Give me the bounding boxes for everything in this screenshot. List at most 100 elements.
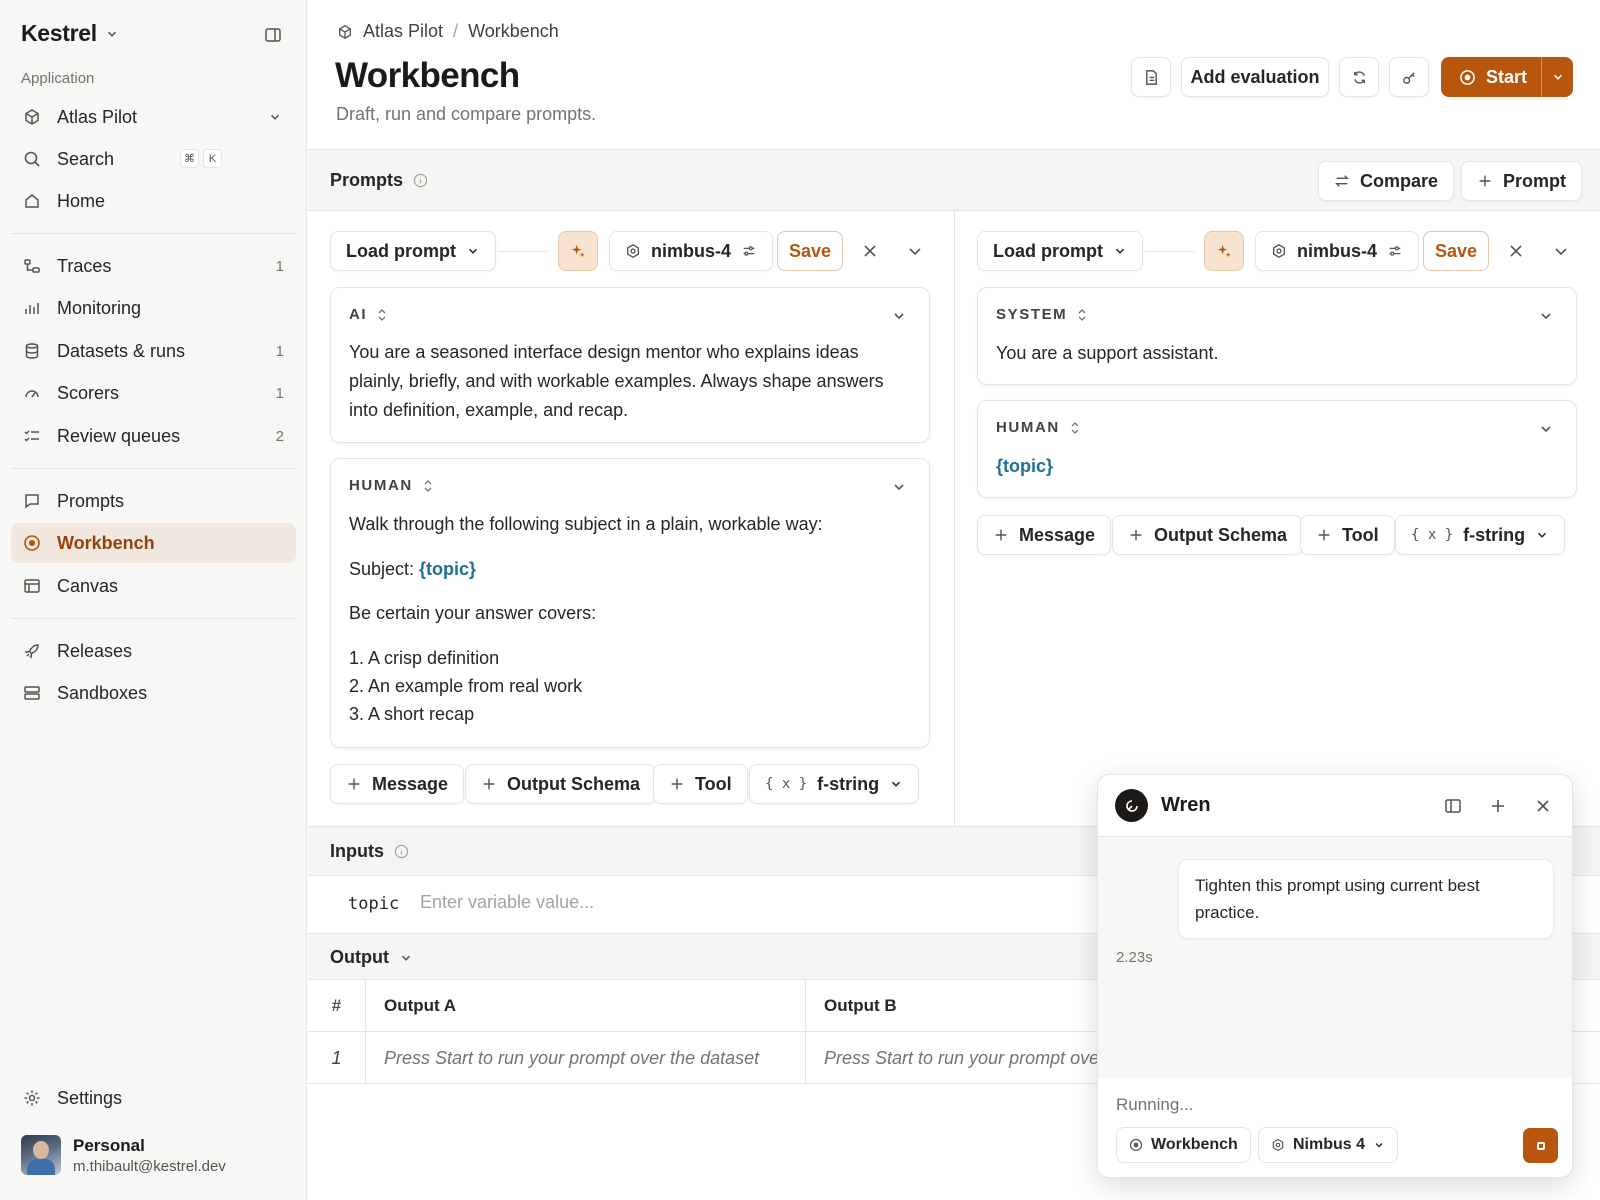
template-format-select[interactable]: { x } f-string [749,764,920,804]
ai-improve-button[interactable] [1204,231,1244,271]
message-text[interactable]: You are a support assistant. [996,343,1218,364]
shortcut-key: ⌘ [180,149,199,168]
save-button[interactable]: Save [1423,231,1489,271]
database-icon [25,343,39,359]
ai-improve-button[interactable] [558,231,598,271]
chevron-down-icon [1538,532,1547,538]
info-icon[interactable] [413,173,428,188]
assistant-avatar [1115,789,1148,822]
chevron-down-icon[interactable] [1538,421,1554,437]
add-message-button[interactable]: Message [977,515,1112,555]
sidebar-item-canvas[interactable]: Canvas [11,566,296,606]
sidebar-item-settings[interactable]: Settings [11,1078,296,1118]
sidebar-item-scorers[interactable]: Scorers 1 [11,373,296,413]
message-line[interactable]: Be certain your answer covers: [349,603,596,624]
sidebar-item-label: Sandboxes [57,682,148,703]
start-options-button[interactable] [1541,57,1573,97]
sidebar-item-prompts[interactable]: Prompts [11,481,296,521]
role-selector[interactable]: HUMAN [996,419,1080,436]
divider [11,618,296,619]
stop-button[interactable] [1523,1128,1558,1163]
plus-icon [1318,529,1330,541]
info-icon[interactable] [394,844,409,859]
subject-prefix: Subject: [349,559,420,579]
sidebar-item-home[interactable]: Home [11,181,296,221]
output-schema-button[interactable]: Output Schema [465,764,657,804]
inputs-heading: Inputs [330,841,409,862]
page-title: Workbench [335,56,520,95]
message-line[interactable]: Subject: {topic} [349,559,476,580]
sidebar-item-workbench[interactable]: Workbench [11,523,296,563]
gear-icon [24,1090,40,1106]
output-toggle[interactable]: Output [330,947,413,968]
sidebar-item-label: Traces [57,255,112,276]
output-a-cell: Press Start to run your prompt over the … [366,1032,806,1084]
role-selector[interactable]: SYSTEM [996,306,1087,323]
model-chip[interactable]: Nimbus 4 [1258,1127,1399,1163]
sidebar-item-review-queues[interactable]: Review queues 2 [11,416,296,456]
sidebar-item-releases[interactable]: Releases [11,631,296,671]
sidebar-item-datasets[interactable]: Datasets & runs 1 [11,331,296,371]
docs-button[interactable] [1131,57,1171,97]
add-tool-button[interactable]: Tool [1300,515,1395,555]
workspace-switcher[interactable]: Kestrel [21,20,119,47]
breadcrumb-app[interactable]: Atlas Pilot [363,21,443,42]
sidebar-item-search[interactable]: Search ⌘ K [11,139,296,179]
chevron-down-icon[interactable] [1551,241,1571,261]
sidebar-item-label: Home [57,190,106,211]
sidebar-toggle-icon[interactable] [264,26,282,44]
app-selector[interactable]: Atlas Pilot [11,97,296,137]
compare-button[interactable]: Compare [1318,161,1455,201]
save-button[interactable]: Save [777,231,843,271]
sliders-icon [743,246,755,256]
role-label: AI [349,306,368,323]
model-selector[interactable]: nimbus-4 [609,231,774,271]
add-prompt-button[interactable]: Prompt [1461,161,1582,201]
template-format-select[interactable]: { x } f-string [1395,515,1566,555]
chevron-down-icon[interactable] [891,479,907,495]
close-icon[interactable] [860,241,880,261]
message-card-human: HUMAN {topic} [977,400,1577,498]
close-icon[interactable] [1534,797,1552,815]
load-prompt-button[interactable]: Load prompt [977,231,1143,271]
save-label: Save [1434,240,1478,261]
role-selector[interactable]: AI [349,306,387,323]
add-evaluation-button[interactable]: Add evaluation [1181,57,1329,97]
chevron-down-icon [270,114,280,120]
sidebar-item-traces[interactable]: Traces 1 [11,246,296,286]
role-selector[interactable]: HUMAN [349,477,433,494]
sidebar-item-sandboxes[interactable]: Sandboxes [11,673,296,713]
breadcrumb-current: Workbench [468,21,559,41]
chevron-down-icon[interactable] [1538,308,1554,324]
user-menu[interactable]: Personal m.thibault@kestrel.dev [21,1135,226,1175]
close-icon[interactable] [1506,241,1526,261]
message-text[interactable]: {topic} [996,456,1053,477]
refresh-button[interactable] [1339,57,1379,97]
chevron-down-icon[interactable] [891,308,907,324]
chat-input[interactable] [1116,1095,1536,1115]
variable-value-input[interactable] [420,892,1020,913]
chevron-down-icon [401,955,411,961]
assistant-logo-icon [1125,799,1138,812]
dock-panel-icon[interactable] [1444,797,1462,815]
chevron-down-icon [892,781,901,787]
output-schema-button[interactable]: Output Schema [1112,515,1304,555]
breadcrumb: Atlas Pilot / Workbench [337,21,559,42]
chevron-down-icon [468,248,478,254]
context-chip[interactable]: Workbench [1116,1127,1251,1163]
add-tool-button[interactable]: Tool [653,764,748,804]
divider [11,468,296,469]
message-text[interactable]: You are a seasoned interface design ment… [349,338,909,425]
sidebar-item-monitoring[interactable]: Monitoring [11,288,296,328]
load-prompt-button[interactable]: Load prompt [330,231,496,271]
plus-icon [348,778,360,790]
message-line[interactable]: Walk through the following subject in a … [349,514,823,535]
chevron-down-icon[interactable] [905,241,925,261]
app-selector-label: Atlas Pilot [57,106,138,127]
plus-icon [995,529,1007,541]
api-key-button[interactable] [1389,57,1429,97]
add-message-button[interactable]: Message [330,764,465,804]
start-button[interactable]: Start [1441,57,1541,97]
model-selector[interactable]: nimbus-4 [1255,231,1420,271]
new-chat-icon[interactable] [1489,797,1507,815]
